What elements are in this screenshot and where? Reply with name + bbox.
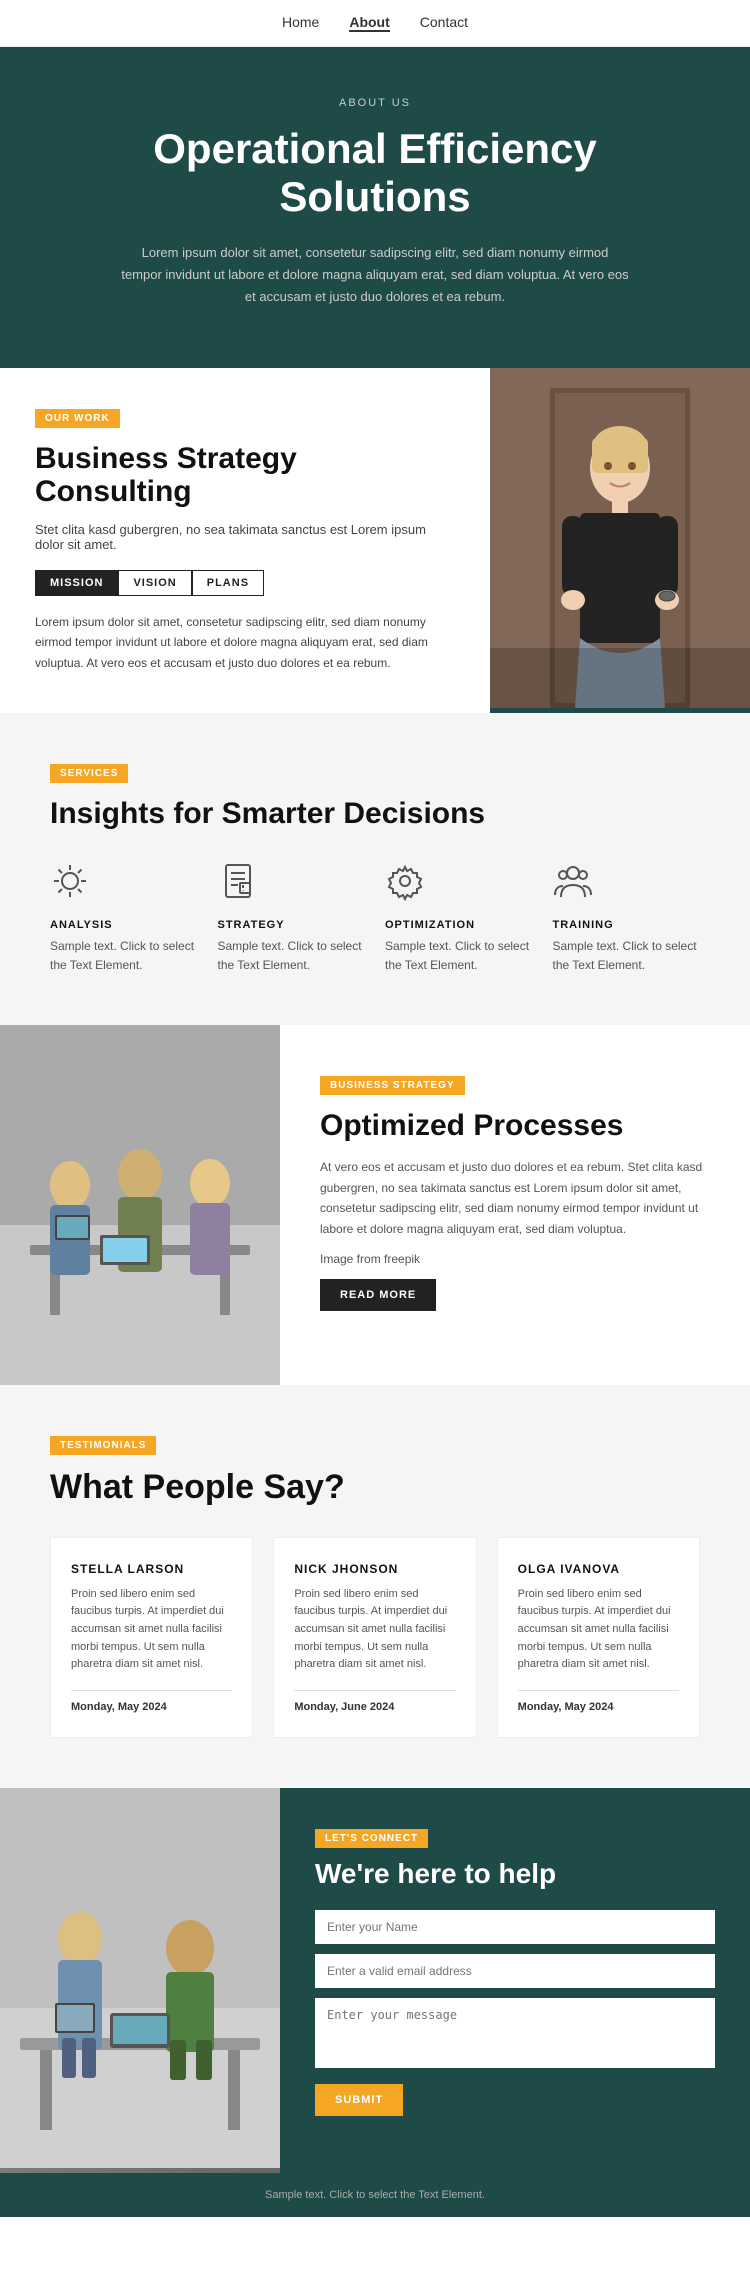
- testimonial-1: STELLA LARSON Proin sed libero enim sed …: [50, 1537, 253, 1738]
- contact-email-input[interactable]: [315, 1954, 715, 1988]
- service-analysis-label: ANALYSIS: [50, 919, 198, 931]
- testimonial-2-date: Monday, June 2024: [294, 1701, 455, 1713]
- testimonials-grid: STELLA LARSON Proin sed libero enim sed …: [50, 1537, 700, 1738]
- service-strategy-label: STRATEGY: [218, 919, 366, 931]
- document-icon: [218, 861, 266, 909]
- our-work-body: Lorem ipsum dolor sit amet, consetetur s…: [35, 612, 455, 673]
- service-training-desc: Sample text. Click to select the Text El…: [553, 937, 701, 975]
- service-analysis-desc: Sample text. Click to select the Text El…: [50, 937, 198, 975]
- contact-title: We're here to help: [315, 1858, 715, 1890]
- service-strategy: STRATEGY Sample text. Click to select th…: [218, 861, 366, 975]
- testimonial-3-text: Proin sed libero enim sed faucibus turpi…: [518, 1586, 679, 1674]
- footer: Sample text. Click to select the Text El…: [0, 2173, 750, 2217]
- testimonial-2-divider: [294, 1690, 455, 1691]
- our-work-badge: OUR WORK: [35, 409, 120, 428]
- service-optimization: OPTIMIZATION Sample text. Click to selec…: [385, 861, 533, 975]
- tab-plans[interactable]: PLANS: [192, 570, 264, 596]
- service-optimization-label: OPTIMIZATION: [385, 919, 533, 931]
- nav-about[interactable]: About: [349, 14, 389, 32]
- service-strategy-desc: Sample text. Click to select the Text El…: [218, 937, 366, 975]
- contact-message-input[interactable]: [315, 1998, 715, 2068]
- biz-strategy-section: BUSINESS STRATEGY Optimized Processes At…: [0, 1025, 750, 1385]
- testimonial-1-text: Proin sed libero enim sed faucibus turpi…: [71, 1586, 232, 1674]
- our-work-tabs: MISSION VISION PLANS: [35, 570, 455, 596]
- service-analysis: ANALYSIS Sample text. Click to select th…: [50, 861, 198, 975]
- footer-text: Sample text. Click to select the Text El…: [50, 2189, 700, 2201]
- tab-vision[interactable]: VISION: [118, 570, 191, 596]
- biz-strategy-content: BUSINESS STRATEGY Optimized Processes At…: [280, 1025, 750, 1385]
- testimonial-2-text: Proin sed libero enim sed faucibus turpi…: [294, 1586, 455, 1674]
- tab-mission[interactable]: MISSION: [35, 570, 118, 596]
- biz-strategy-badge: BUSINESS STRATEGY: [320, 1076, 465, 1095]
- testimonial-3-date: Monday, May 2024: [518, 1701, 679, 1713]
- gear-icon: [385, 861, 433, 909]
- testimonials-section: TESTIMONIALS What People Say? STELLA LAR…: [0, 1385, 750, 1787]
- our-work-section: OUR WORK Business Strategy Consulting St…: [0, 368, 750, 713]
- testimonial-1-divider: [71, 1690, 232, 1691]
- contact-image: [0, 1788, 280, 2173]
- people-icon: [553, 861, 601, 909]
- service-training: TRAINING Sample text. Click to select th…: [553, 861, 701, 975]
- testimonial-3-name: OLGA IVANOVA: [518, 1562, 679, 1576]
- image-credit: Image from freepik: [320, 1249, 710, 1269]
- person-image: [490, 368, 750, 708]
- testimonial-3-divider: [518, 1690, 679, 1691]
- biz-strategy-body: At vero eos et accusam et justo duo dolo…: [320, 1157, 710, 1239]
- service-training-label: TRAINING: [553, 919, 701, 931]
- testimonial-3: OLGA IVANOVA Proin sed libero enim sed f…: [497, 1537, 700, 1738]
- our-work-image: [490, 368, 750, 713]
- biz-strategy-title: Optimized Processes: [320, 1109, 710, 1143]
- service-optimization-desc: Sample text. Click to select the Text El…: [385, 937, 533, 975]
- testimonial-2: NICK JHONSON Proin sed libero enim sed f…: [273, 1537, 476, 1738]
- contact-name-input[interactable]: [315, 1910, 715, 1944]
- services-title: Insights for Smarter Decisions: [50, 797, 700, 831]
- our-work-subtitle: Stet clita kasd gubergren, no sea takima…: [35, 522, 455, 552]
- testimonial-1-name: STELLA LARSON: [71, 1562, 232, 1576]
- navbar: Home About Contact: [0, 0, 750, 47]
- submit-button[interactable]: SUBMIT: [315, 2084, 403, 2116]
- contact-section: LET'S CONNECT We're here to help SUBMIT: [0, 1788, 750, 2173]
- nav-home[interactable]: Home: [282, 14, 319, 32]
- hero-section: ABOUT US Operational Efficiency Solution…: [0, 47, 750, 368]
- read-more-button[interactable]: READ MORE: [320, 1279, 436, 1311]
- hero-label: ABOUT US: [120, 97, 630, 109]
- nav-contact[interactable]: Contact: [420, 14, 468, 32]
- sun-icon: [50, 861, 98, 909]
- our-work-content: OUR WORK Business Strategy Consulting St…: [0, 368, 490, 713]
- contact-form-area: LET'S CONNECT We're here to help SUBMIT: [280, 1788, 750, 2173]
- testimonial-1-date: Monday, May 2024: [71, 1701, 232, 1713]
- hero-description: Lorem ipsum dolor sit amet, consetetur s…: [120, 242, 630, 308]
- services-grid: ANALYSIS Sample text. Click to select th…: [50, 861, 700, 975]
- testimonials-badge: TESTIMONIALS: [50, 1436, 156, 1455]
- testimonials-title: What People Say?: [50, 1469, 700, 1506]
- our-work-title: Business Strategy Consulting: [35, 442, 455, 508]
- contact-badge: LET'S CONNECT: [315, 1829, 428, 1848]
- services-badge: SERVICES: [50, 764, 128, 783]
- hero-title: Operational Efficiency Solutions: [120, 125, 630, 222]
- office-people-image: [0, 1025, 280, 1385]
- testimonial-2-name: NICK JHONSON: [294, 1562, 455, 1576]
- services-section: SERVICES Insights for Smarter Decisions …: [0, 713, 750, 1025]
